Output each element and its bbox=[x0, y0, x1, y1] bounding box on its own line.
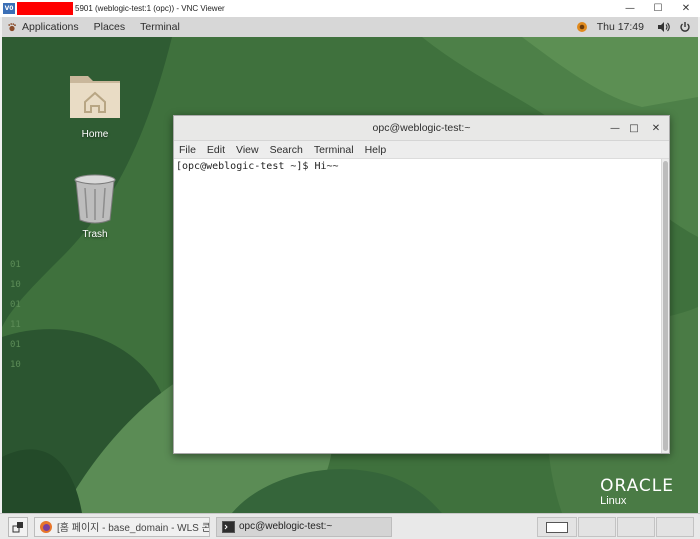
terminal-line: [opc@weblogic-test ~]$ Hi~~ bbox=[176, 161, 339, 172]
svg-text:01: 01 bbox=[10, 260, 21, 270]
menu-search[interactable]: Search bbox=[269, 144, 304, 156]
taskbar-item-label: [홈 페이지 - base_domain - WLS 콘… bbox=[57, 523, 210, 534]
terminal-menubar: File Edit View Search Terminal Help bbox=[174, 141, 669, 159]
applications-foot-icon bbox=[8, 23, 16, 32]
bottom-taskbar: [홈 페이지 - base_domain - WLS 콘… opc@weblog… bbox=[0, 513, 700, 539]
firefox-icon bbox=[39, 520, 53, 534]
applications-label: Applications bbox=[22, 21, 79, 33]
applications-menu[interactable]: Applications bbox=[2, 21, 79, 33]
desktop-icon-trash[interactable]: Trash bbox=[60, 172, 130, 240]
notification-icon[interactable] bbox=[575, 20, 589, 34]
menu-view[interactable]: View bbox=[235, 144, 260, 156]
terminal-scrollbar[interactable] bbox=[661, 159, 669, 453]
vnc-titlebar: V0 5901 (weblogic-test:1 (opc)) - VNC Vi… bbox=[0, 0, 700, 17]
workspace-4[interactable] bbox=[656, 517, 694, 537]
svg-text:01: 01 bbox=[10, 340, 21, 350]
taskbar-item-label: opc@weblogic-test:~ bbox=[239, 521, 333, 532]
taskbar-item-firefox[interactable]: [홈 페이지 - base_domain - WLS 콘… bbox=[34, 516, 210, 537]
show-desktop-button[interactable] bbox=[8, 516, 28, 537]
terminal-window-title: opc@weblogic-test:~ bbox=[372, 122, 471, 134]
workspace-2[interactable] bbox=[578, 517, 616, 537]
vnc-close-button[interactable]: ✕ bbox=[672, 0, 700, 17]
volume-icon[interactable] bbox=[656, 20, 670, 34]
terminal-content[interactable]: [opc@weblogic-test ~]$ Hi~~ bbox=[174, 159, 661, 453]
terminal-menu-label: Terminal bbox=[140, 21, 180, 33]
terminal-titlebar[interactable]: opc@weblogic-test:~ — □ ✕ bbox=[174, 116, 669, 141]
system-tray: Thu 17:49 bbox=[571, 17, 698, 37]
terminal-maximize-button[interactable]: □ bbox=[627, 121, 641, 135]
places-label: Places bbox=[93, 21, 126, 33]
svg-text:01: 01 bbox=[10, 300, 21, 310]
vnc-window-title: 5901 (weblogic-test:1 (opc)) - VNC Viewe… bbox=[75, 4, 225, 13]
terminal-minimize-button[interactable]: — bbox=[608, 121, 622, 135]
svg-text:11: 11 bbox=[10, 320, 21, 330]
terminal-window[interactable]: opc@weblogic-test:~ — □ ✕ File Edit View… bbox=[173, 115, 670, 454]
scrollbar-thumb[interactable] bbox=[663, 161, 668, 451]
home-folder-icon bbox=[70, 76, 120, 118]
workspace-3[interactable] bbox=[617, 517, 655, 537]
svg-text:10: 10 bbox=[10, 280, 21, 290]
taskbar-item-terminal[interactable]: opc@weblogic-test:~ bbox=[216, 516, 392, 537]
vnc-minimize-button[interactable]: — bbox=[616, 0, 644, 17]
terminal-app-menu[interactable]: Terminal bbox=[140, 21, 180, 33]
power-icon[interactable] bbox=[678, 20, 692, 34]
terminal-icon bbox=[221, 520, 235, 534]
linux-wordmark: Linux bbox=[600, 495, 627, 507]
vnc-maximize-button[interactable]: ☐ bbox=[644, 0, 672, 17]
desktop-icon-label: Home bbox=[81, 129, 109, 140]
places-menu[interactable]: Places bbox=[94, 21, 126, 33]
workspace-switcher bbox=[536, 517, 694, 537]
menu-file[interactable]: File bbox=[178, 144, 197, 156]
gnome-top-bar: Applications Places Terminal Thu 17:49 bbox=[2, 17, 698, 37]
menu-edit[interactable]: Edit bbox=[206, 144, 226, 156]
svg-text:10: 10 bbox=[10, 360, 21, 370]
desktop-icon-home[interactable]: Home bbox=[60, 68, 130, 140]
redacted-host-block bbox=[17, 2, 73, 15]
trash-icon bbox=[74, 174, 116, 224]
vnc-logo-icon: V0 bbox=[3, 3, 15, 14]
desktop-icon-label: Trash bbox=[82, 229, 108, 240]
clock[interactable]: Thu 17:49 bbox=[597, 21, 644, 33]
terminal-close-button[interactable]: ✕ bbox=[649, 121, 663, 135]
show-desktop-icon bbox=[12, 521, 23, 532]
oracle-linux-logo: ORACLE Linux bbox=[600, 476, 674, 507]
workspace-1[interactable] bbox=[537, 517, 577, 537]
oracle-wordmark: ORACLE bbox=[600, 476, 674, 496]
menu-help[interactable]: Help bbox=[364, 144, 388, 156]
menu-terminal[interactable]: Terminal bbox=[313, 144, 355, 156]
